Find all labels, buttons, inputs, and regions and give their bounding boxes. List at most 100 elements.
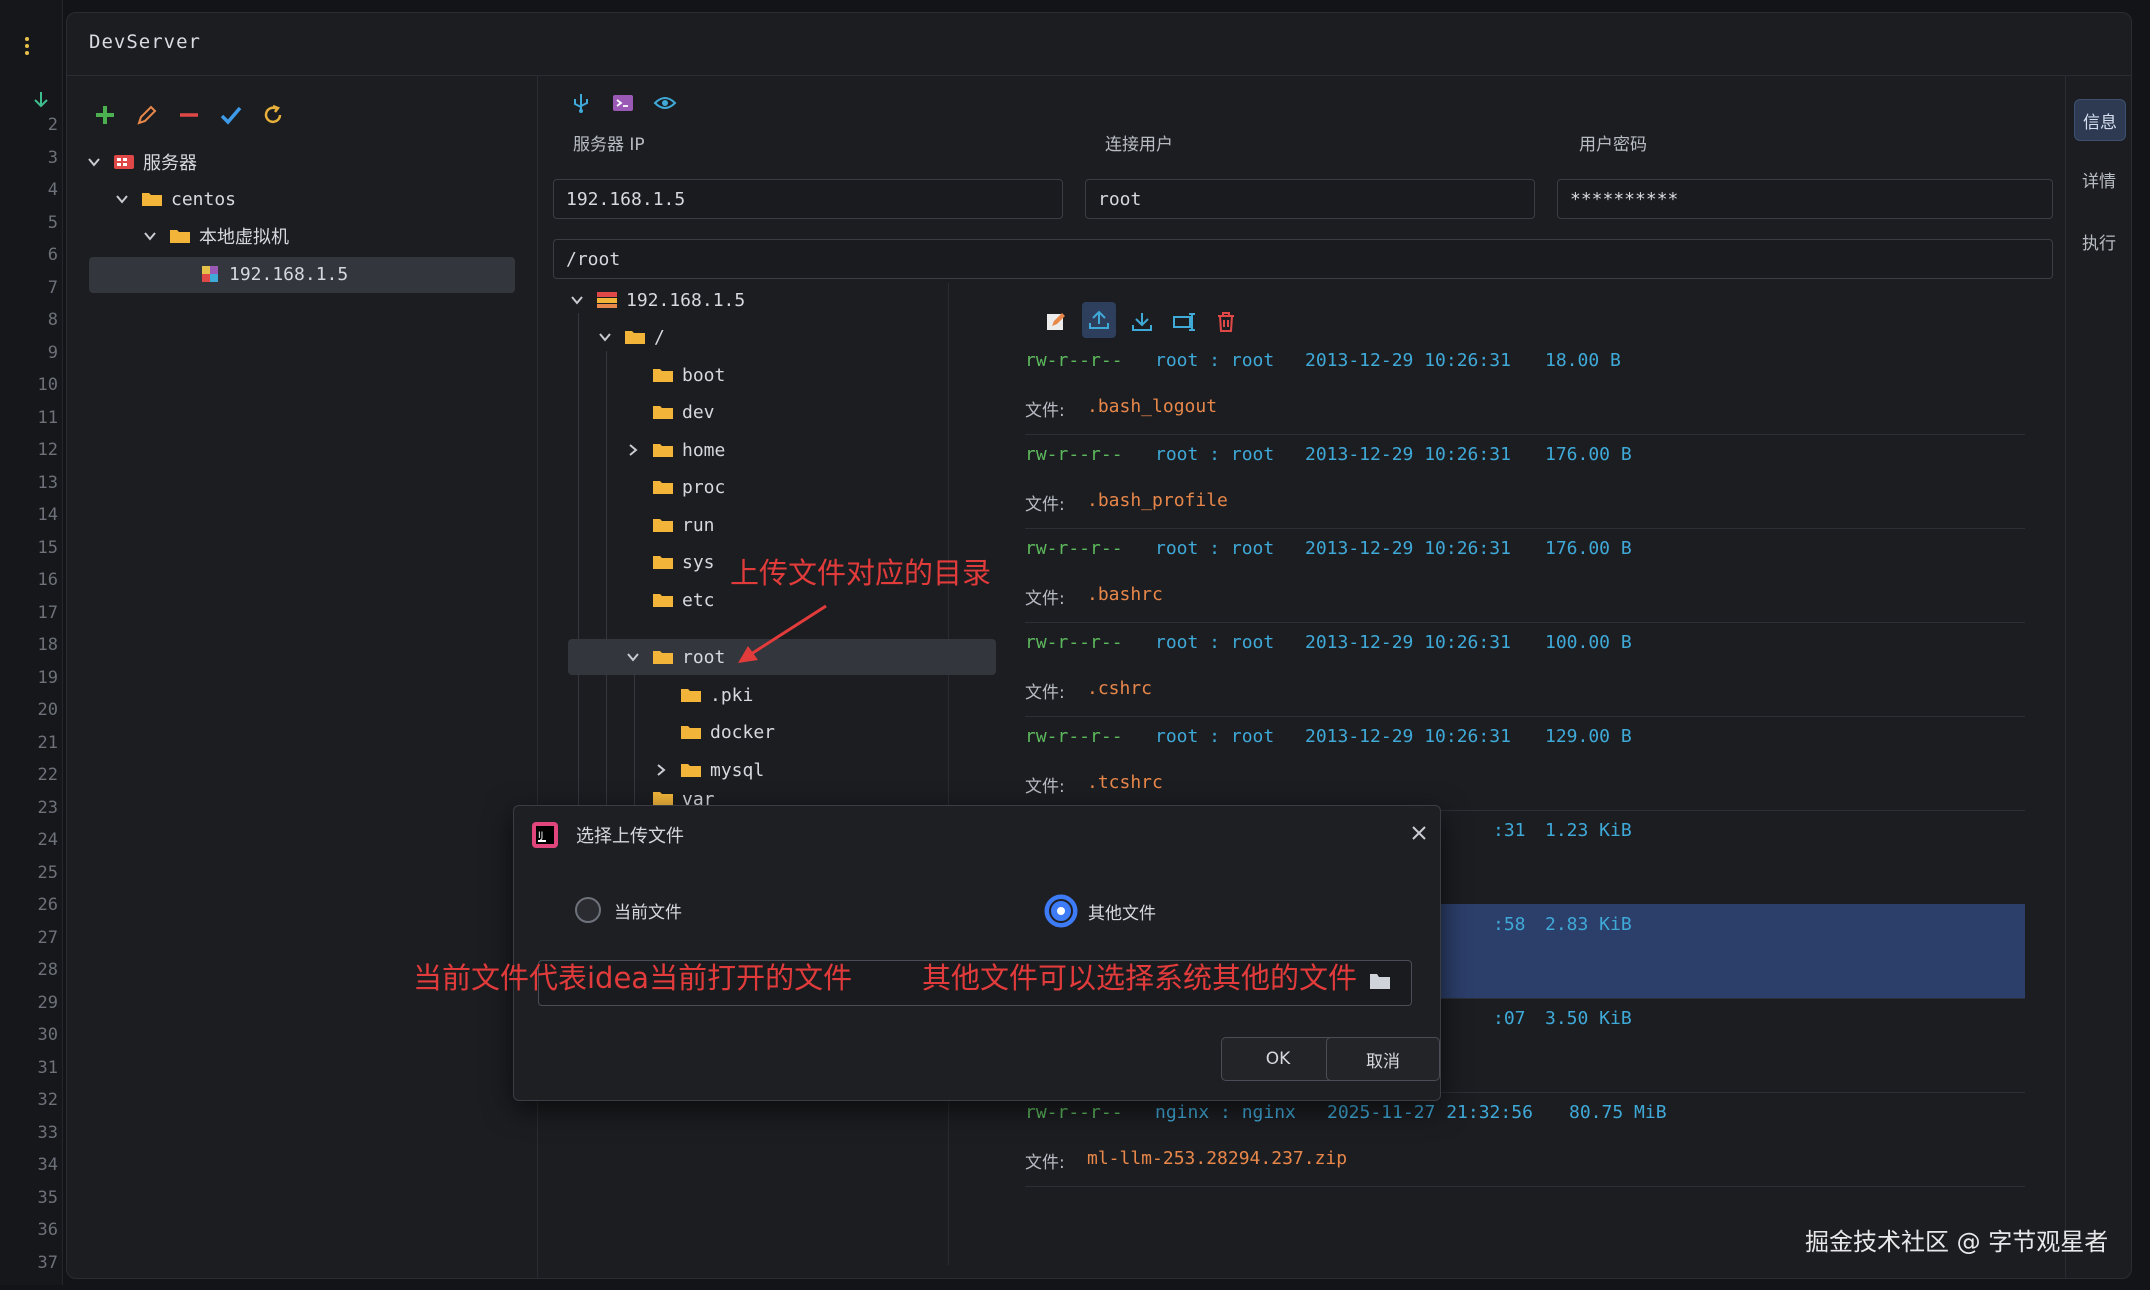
refresh-icon[interactable] (257, 99, 289, 131)
tab-details[interactable]: 详情 (2074, 159, 2124, 199)
file-row[interactable]: rw-r--r-- root : root 2013-12-29 10:26:31 1… (1025, 716, 2025, 811)
tree-node-host[interactable]: 192.168.1.5 (199, 257, 348, 291)
tree-node-etc[interactable]: etc (652, 583, 715, 617)
line-number: 4 (47, 180, 58, 200)
folder-icon (653, 519, 673, 532)
remote-file-tree: 192.168.1.5 / boot dev home proc run sys… (482, 283, 996, 1265)
file-name: .bash_profile (1087, 490, 1228, 511)
more-icon[interactable] (24, 36, 30, 56)
tree-node-dev[interactable]: dev (652, 395, 715, 429)
tree-node-run[interactable]: run (652, 508, 715, 542)
chevron-down-icon[interactable] (624, 648, 642, 666)
ok-button[interactable]: OK (1221, 1037, 1335, 1081)
tree-label: mysql (710, 759, 765, 781)
chevron-down-icon[interactable] (85, 153, 103, 171)
ip-field[interactable]: 192.168.1.5 (553, 179, 1063, 219)
line-number: 12 (37, 440, 58, 460)
edit-icon[interactable] (131, 99, 163, 131)
folder-icon (681, 726, 701, 739)
annotation-arrow (738, 604, 827, 663)
file-label: 文件: (1025, 1153, 1065, 1173)
file-mtime: 2013-12-29 10:26:31 (1305, 632, 1511, 653)
radio-checked-icon[interactable] (1044, 894, 1078, 928)
tree-node-home[interactable]: home (624, 433, 725, 467)
tree-node-servers[interactable]: 服务器 (85, 145, 197, 179)
tree-node-pki[interactable]: .pki (680, 678, 753, 712)
tree-node-local-vm[interactable]: 本地虚拟机 (141, 219, 289, 253)
line-number: 5 (47, 212, 58, 233)
close-icon[interactable] (1408, 822, 1430, 844)
svg-text:IJ: IJ (538, 831, 543, 841)
tab-execute[interactable]: 执行 (2074, 221, 2124, 261)
file-perm: rw-r--r-- (1025, 538, 1123, 559)
folder-icon (653, 481, 673, 494)
file-size: 129.00 B (1545, 726, 1632, 747)
chevron-down-icon[interactable] (596, 328, 614, 346)
tree-node-sys[interactable]: sys (652, 545, 715, 579)
tree-node-docker[interactable]: docker (680, 715, 775, 749)
file-size: 100.00 B (1545, 632, 1632, 653)
folder-icon (653, 594, 673, 607)
user-field[interactable]: root (1085, 179, 1535, 219)
check-icon[interactable] (215, 99, 247, 131)
line-number: 7 (47, 277, 58, 298)
trash-icon[interactable] (1210, 306, 1242, 338)
upload-file-dialog: IJ 选择上传文件 当前文件 其他文件 OK 取消 (513, 805, 1441, 1101)
file-mtime-partial: :07 (1493, 1008, 1526, 1029)
tree-label: proc (682, 476, 726, 498)
chevron-right-icon[interactable] (624, 441, 642, 459)
password-field[interactable]: ********** (1557, 179, 2053, 219)
eye-icon[interactable] (649, 87, 681, 119)
terminal-icon[interactable] (607, 87, 639, 119)
line-number: 8 (47, 310, 58, 330)
dialog-title: 选择上传文件 (576, 826, 684, 847)
file-size: 2.83 KiB (1545, 914, 1632, 935)
file-size: 176.00 B (1545, 444, 1632, 465)
remove-icon[interactable] (173, 99, 205, 131)
file-row[interactable]: rw-r--r-- nginx : nginx 2025-11-27 21:32:5… (1025, 1092, 2025, 1187)
radio-current-file[interactable]: 当前文件 (574, 896, 682, 924)
edit-file-icon[interactable] (1040, 306, 1072, 338)
tree-node-centos[interactable]: centos (113, 182, 236, 216)
line-number: 33 (37, 1122, 58, 1143)
radio-unchecked-icon[interactable] (574, 896, 602, 924)
file-row[interactable]: rw-r--r-- root : root 2013-12-29 10:26:31 1… (1025, 528, 2025, 623)
file-owner: root : root (1155, 350, 1275, 371)
line-number: 25 (37, 862, 58, 883)
chevron-down-icon[interactable] (113, 190, 131, 208)
file-owner: root : root (1155, 444, 1275, 465)
path-field[interactable]: /root (553, 239, 2053, 279)
tree-node-proc[interactable]: proc (652, 470, 725, 504)
tree-label: 服务器 (143, 153, 197, 174)
file-row[interactable]: rw-r--r-- root : root 2013-12-29 10:26:31 1… (1025, 622, 2025, 717)
tree-node-mysql[interactable]: mysql (652, 753, 764, 787)
tree-node-host[interactable]: 192.168.1.5 (568, 283, 745, 317)
folder-icon (681, 689, 701, 702)
download-icon[interactable] (1126, 306, 1158, 338)
usb-icon[interactable] (565, 87, 597, 119)
add-icon[interactable] (89, 99, 121, 131)
line-number: 6 (47, 245, 58, 265)
folder-browse-icon[interactable] (1368, 970, 1394, 994)
chevron-down-icon[interactable] (568, 291, 586, 309)
chevron-right-icon[interactable] (652, 761, 670, 779)
tab-info[interactable]: 信息 (2074, 99, 2126, 141)
rename-icon[interactable] (1168, 306, 1200, 338)
tree-node-root[interactable]: root (624, 640, 725, 674)
file-label: 文件: (1025, 495, 1065, 515)
tree-node-boot[interactable]: boot (652, 358, 725, 392)
radio-other-file[interactable]: 其他文件 (1044, 894, 1156, 928)
line-number: 36 (37, 1220, 58, 1240)
file-row[interactable]: rw-r--r-- root : root 2013-12-29 10:26:31 1… (1025, 340, 2025, 435)
line-number: 15 (37, 537, 58, 558)
arrow-down-icon[interactable] (32, 90, 50, 114)
line-number: 18 (37, 635, 58, 655)
chevron-down-icon[interactable] (141, 227, 159, 245)
tree-label: dev (682, 401, 715, 423)
cancel-button[interactable]: 取消 (1326, 1037, 1440, 1081)
upload-icon[interactable] (1082, 302, 1116, 338)
tree-node-rootdir[interactable]: / (596, 320, 665, 354)
file-mtime-partial: :31 (1493, 820, 1526, 841)
folder-icon (142, 193, 162, 206)
file-row[interactable]: rw-r--r-- root : root 2013-12-29 10:26:31 1… (1025, 434, 2025, 529)
